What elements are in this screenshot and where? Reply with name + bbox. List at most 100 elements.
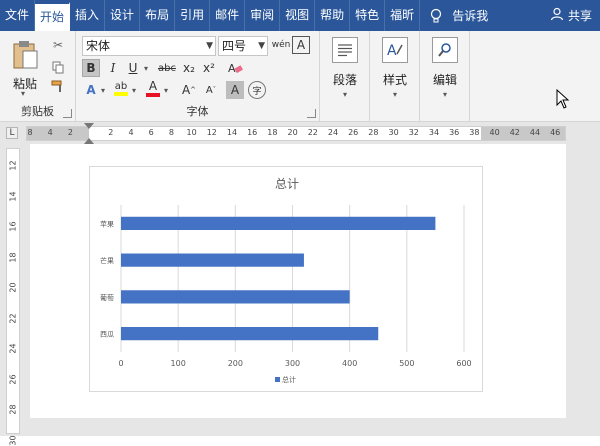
grow-font-button[interactable]: A ^ xyxy=(180,81,198,99)
tab-3[interactable]: 设计 xyxy=(105,0,141,31)
tab-8[interactable]: 视图 xyxy=(280,0,316,31)
legend-label: 总计 xyxy=(282,375,296,384)
font-color-button[interactable]: A xyxy=(144,79,162,97)
vertical-ruler-tick: 26 xyxy=(8,373,18,385)
ruler-tick: 46 xyxy=(550,128,561,137)
character-border-button[interactable]: A xyxy=(292,36,310,54)
font-size-value: 四号 xyxy=(222,39,247,53)
font-color-bar xyxy=(146,93,160,97)
enclose-characters-button[interactable]: 字 xyxy=(248,81,266,99)
tab-5[interactable]: 引用 xyxy=(175,0,211,31)
ruler-tick: 30 xyxy=(388,128,399,137)
tab-1[interactable]: 开始 xyxy=(35,2,71,31)
share-button[interactable]: 共享 xyxy=(550,7,600,24)
ruler-tick: 14 xyxy=(226,128,238,137)
bar-chart[interactable]: 总计 0 100 200 300 400 500 600 苹果 芒果 葡萄 西瓜 总计 xyxy=(89,166,483,392)
superscript-button[interactable]: x² xyxy=(200,59,218,77)
subscript-button[interactable]: x₂ xyxy=(180,59,198,77)
editing-button[interactable]: 编辑 ▾ xyxy=(425,37,465,99)
ribbon-tab-bar: 文件 开始 插入 设计 布局 引用 邮件 审阅 视图 帮助 特色 福昕 告诉我 共享 xyxy=(0,0,600,31)
tab-6[interactable]: 邮件 xyxy=(210,0,246,31)
tab-2[interactable]: 插入 xyxy=(70,0,106,31)
font-name-combo[interactable]: 宋体 ▼ xyxy=(82,36,216,56)
ruler-tick: 12 xyxy=(206,128,217,137)
svg-text:A: A xyxy=(387,43,397,58)
styles-icon: A xyxy=(382,37,408,63)
grow-font-glyph: A xyxy=(181,83,191,97)
editing-group: 编辑 ▾ xyxy=(420,31,470,122)
vertical-ruler-tick: 22 xyxy=(8,312,18,324)
font-size-combo[interactable]: 四号 ▼ xyxy=(218,36,268,56)
paragraph-button[interactable]: 段落 ▾ xyxy=(325,37,365,99)
chart-bar xyxy=(121,216,436,230)
paste-button[interactable]: 粘贴 ▾ xyxy=(8,37,42,99)
first-line-indent-marker[interactable] xyxy=(84,123,94,129)
x-tick-label: 400 xyxy=(342,359,357,368)
ruler-tick: 40 xyxy=(489,128,500,137)
vertical-ruler-tick: 28 xyxy=(8,404,18,415)
ruler-tick: 38 xyxy=(469,128,480,137)
ruler-tick: 2 xyxy=(67,128,73,137)
enclose-characters-glyph: 字 xyxy=(252,86,262,97)
styles-button[interactable]: A 样式 ▾ xyxy=(375,37,415,99)
ruler-tick: 42 xyxy=(509,128,520,137)
highlight-dropdown-arrow[interactable]: ▾ xyxy=(132,86,136,95)
vertical-ruler-tick: 16 xyxy=(8,221,18,232)
font-color-dropdown-arrow[interactable]: ▾ xyxy=(164,86,168,95)
paragraph-label: 段落 xyxy=(332,73,357,87)
text-effects-glyph: A xyxy=(86,83,96,97)
tab-10[interactable]: 特色 xyxy=(350,0,386,31)
cut-icon[interactable]: ✂ xyxy=(50,37,66,53)
text-effects-dropdown-arrow[interactable]: ▾ xyxy=(101,86,105,95)
vertical-ruler-tick: 24 xyxy=(8,343,18,354)
vertical-ruler-tick: 12 xyxy=(8,160,18,171)
ruler-tick: 32 xyxy=(408,128,419,137)
character-shading-button[interactable]: A xyxy=(226,81,244,99)
underline-button[interactable]: U xyxy=(124,59,142,77)
search-icon xyxy=(432,37,458,63)
tab-selector[interactable]: L xyxy=(6,127,18,139)
tab-0[interactable]: 文件 xyxy=(0,0,36,31)
format-painter-icon[interactable] xyxy=(50,79,66,95)
paste-dropdown-arrow[interactable]: ▾ xyxy=(21,89,25,98)
highlight-button[interactable]: ab xyxy=(112,79,130,97)
chart-title: 总计 xyxy=(275,177,299,191)
tell-me-box[interactable]: 告诉我 xyxy=(426,6,488,26)
bold-glyph: B xyxy=(86,61,96,75)
font-color-glyph: A xyxy=(148,79,158,93)
category-label: 苹果 xyxy=(100,219,114,228)
text-effects-button[interactable]: A xyxy=(82,81,100,99)
character-shading-glyph: A xyxy=(230,83,240,97)
chart-bar xyxy=(121,253,304,267)
bold-button[interactable]: B xyxy=(82,59,100,77)
phonetic-guide-button[interactable]: wén xyxy=(272,36,291,54)
copy-icon[interactable] xyxy=(50,59,66,75)
font-launcher-icon[interactable] xyxy=(307,109,316,118)
ruler-tick: 10 xyxy=(186,128,197,137)
font-group-label: 字体 xyxy=(186,105,209,118)
ruler-tick: 28 xyxy=(368,128,379,137)
vertical-ruler[interactable]: 12 14 16 18 20 22 24 26 28 30 xyxy=(6,148,20,445)
x-tick-label: 0 xyxy=(118,359,123,368)
ruler-tick: 20 xyxy=(287,128,298,137)
clipboard-launcher-icon[interactable] xyxy=(63,109,72,118)
ruler-tick: 18 xyxy=(267,128,278,137)
tell-me-label: 告诉我 xyxy=(452,9,489,23)
tab-9[interactable]: 帮助 xyxy=(315,0,351,31)
tab-7[interactable]: 审阅 xyxy=(245,0,281,31)
tab-11[interactable]: 福昕 xyxy=(385,0,421,31)
styles-label: 样式 xyxy=(382,73,407,87)
horizontal-ruler[interactable]: 8 4 2 2 4 6 8 10 12 14 16 18 20 22 24 26 28 30 32 34 36 38 40 4… xyxy=(26,126,566,141)
shrink-font-button[interactable]: Aˇ xyxy=(202,81,220,99)
down-caret-icon: ˇ xyxy=(212,86,217,94)
italic-button[interactable]: I xyxy=(104,59,122,77)
ruler-tick: 2 xyxy=(108,128,114,137)
clear-formatting-icon[interactable]: A xyxy=(226,59,244,77)
underline-dropdown-arrow[interactable]: ▾ xyxy=(144,64,148,73)
strikethrough-button[interactable]: abc xyxy=(156,59,178,77)
font-group: 宋体 ▼ 四号 ▼ wén A B I U ▾ abc x₂ x² A A ▾ … xyxy=(76,31,320,122)
vertical-scrollbar[interactable] xyxy=(583,144,600,436)
paragraph-icon xyxy=(332,37,358,63)
shrink-font-glyph: A xyxy=(205,84,213,96)
tab-4[interactable]: 布局 xyxy=(140,0,176,31)
